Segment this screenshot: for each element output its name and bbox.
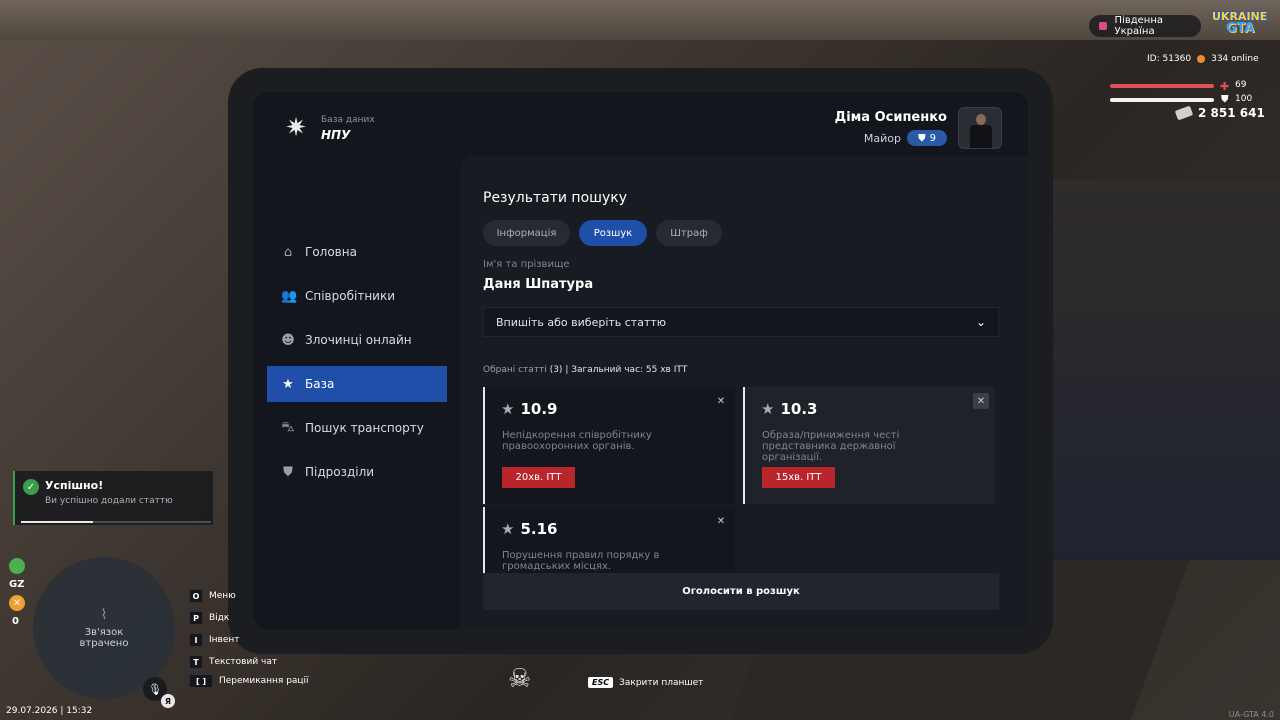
criminal-icon: ☻ [281, 332, 295, 348]
article-card: ★ 10.3 Образа/приниження честі представн… [743, 387, 995, 504]
notification-progress-fill [21, 521, 94, 523]
online-count: 334 online [1211, 54, 1259, 64]
star-icon: ★ [501, 400, 515, 418]
sidebar-item-database[interactable]: ★ База [267, 366, 447, 402]
server-badge: Південна Україна [1089, 15, 1201, 37]
announce-wanted-button[interactable]: Оголосити в розшук [483, 573, 999, 610]
money-display: 2 851 641 [1174, 105, 1265, 121]
notification-text: Ви успішно додали статтю [45, 496, 173, 506]
star-icon: ★ [761, 400, 775, 418]
article-number: 10.3 [780, 400, 818, 418]
health-bar [1110, 84, 1214, 88]
keybind-row: T Текстовий чат [189, 655, 277, 669]
tab-wanted[interactable]: Розшук [579, 220, 647, 246]
health-icon: ✚ [1220, 80, 1230, 93]
tab-information[interactable]: Інформація [483, 220, 570, 246]
tab-fine[interactable]: Штраф [656, 220, 722, 246]
cash-icon [1174, 105, 1194, 121]
server-icon [1099, 22, 1107, 30]
keybind-row: O Меню [189, 589, 236, 603]
sidebar-item-employees[interactable]: 👥 Співробітники [267, 278, 447, 314]
penalty-badge: 15хв. ІТТ [762, 467, 835, 488]
esc-label: Закрити планшет [619, 677, 704, 688]
star-icon: ★ [282, 376, 294, 392]
chevron-down-icon: ⌄ [975, 315, 986, 329]
user-rank-row: Майор ⛊ 9 [864, 130, 947, 146]
remove-article-button[interactable]: ✕ [973, 393, 989, 409]
article-card: ★ 10.9 Непідкорення співробітнику правоо… [483, 387, 735, 504]
armor-icon: ⛊ [1221, 94, 1229, 105]
brand: ✷ База даних НПУ [281, 113, 375, 143]
level-shield-icon: ⛊ [918, 132, 926, 144]
remove-article-button[interactable]: ✕ [713, 513, 729, 529]
greenzone-label: GZ [9, 579, 25, 590]
police-badge-icon: ✷ [285, 113, 307, 143]
article-number: 10.9 [520, 400, 558, 418]
car-icon: ⛍ [281, 419, 295, 435]
brand-subtitle: База даних [321, 114, 375, 125]
article-description: Непідкорення співробітнику правоохоронни… [502, 430, 652, 452]
level-badge: ⛊ 9 [907, 130, 947, 146]
level-value: 9 [929, 132, 936, 144]
user-name: Діма Осипенко [834, 110, 947, 125]
keybind-row: I Інвент [189, 633, 240, 647]
online-icon [1197, 55, 1206, 63]
datetime: 29.07.2026 | 15:32 [6, 706, 93, 716]
wanted-level: 0 [12, 616, 19, 627]
greenzone-icon [9, 558, 25, 574]
skull-icon: ☠ [508, 664, 532, 694]
sidebar-item-home[interactable]: ⌂ Головна [267, 234, 447, 270]
health-value: 69 [1235, 80, 1247, 90]
page-title: Результати пошуку [483, 190, 627, 206]
home-icon: ⌂ [283, 244, 293, 260]
sidebar-item-vehicle-search[interactable]: ⛍ Пошук транспорту [267, 410, 447, 446]
server-name: Південна Україна [1114, 15, 1164, 37]
article-description: Образа/приниження честі представника дер… [762, 430, 900, 463]
notification-progress [21, 521, 211, 523]
star-icon: ★ [501, 520, 515, 538]
name-value: Даня Шпатура [483, 277, 594, 292]
money-value: 2 851 641 [1198, 106, 1265, 120]
sidebar-item-units[interactable]: ⛊ Підрозділи [267, 454, 447, 490]
success-notification: ✓ Успішно! Ви успішно додали статтю [13, 471, 213, 525]
keybind-row: [ ] Перемикання рації [189, 674, 309, 688]
users-icon: 👥 [281, 288, 298, 304]
article-description: Порушення правил порядку в громадських м… [502, 550, 660, 572]
article-select[interactable]: Впишіть або виберіть статтю ⌄ [483, 307, 999, 337]
voice-key-badge: Я [161, 694, 175, 708]
player-info: ID: 51360 334 online [1147, 54, 1259, 64]
game-logo: UKRAINE GTA [1212, 10, 1268, 36]
no-signal-icon: ⌇ [100, 607, 108, 623]
esc-hint: ESC Закрити планшет [588, 677, 703, 688]
notification-title: Успішно! [45, 479, 104, 492]
penalty-badge: 20хв. ІТТ [502, 467, 575, 488]
article-select-placeholder: Впишіть або виберіть статтю [496, 315, 667, 329]
avatar[interactable] [958, 107, 1002, 149]
sidebar-item-criminals-online[interactable]: ☻ Злочинці онлайн [267, 322, 447, 358]
brand-title: НПУ [321, 127, 351, 142]
keybind-row: P Відк [189, 611, 229, 625]
remove-article-button[interactable]: ✕ [713, 393, 729, 409]
armor-value: 100 [1235, 94, 1253, 104]
minimap-status: Зв'язок втрачено [79, 627, 129, 649]
shield-icon: ⛊ [283, 464, 293, 480]
user-rank: Майор [863, 131, 901, 145]
esc-key: ESC [588, 677, 614, 688]
background-ceiling [0, 0, 1280, 40]
version-label: UA-GTA 4.0 [1228, 710, 1274, 719]
armor-bar [1110, 98, 1214, 102]
player-id: ID: 51360 [1147, 54, 1192, 64]
article-card: ★ 5.16 Порушення правил порядку в громад… [483, 507, 735, 573]
wanted-icon: ✕ [9, 595, 25, 611]
name-label: Ім'я та прізвище [483, 259, 570, 270]
article-number: 5.16 [520, 520, 558, 538]
background-wall [1040, 180, 1280, 560]
check-icon: ✓ [23, 479, 39, 495]
selected-articles-summary: Обрані статті (3) | Загальний час: 55 хв… [483, 365, 688, 375]
